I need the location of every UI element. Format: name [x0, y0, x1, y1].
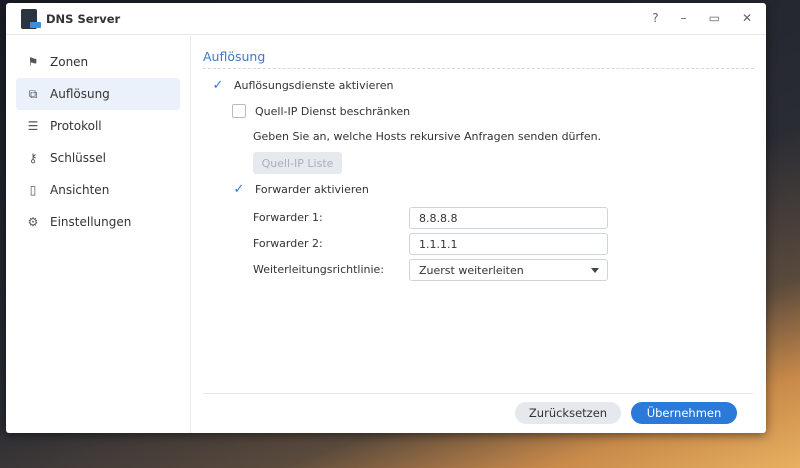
policy-value: Zuerst weiterleiten — [419, 263, 524, 277]
reset-button[interactable]: Zurücksetzen — [515, 402, 621, 424]
enable-resolution-label: Auflösungsdienste aktivieren — [234, 78, 394, 92]
sidebar-item-protokoll[interactable]: ☰ Protokoll — [16, 110, 180, 142]
resolve-icon: ⧉ — [28, 86, 38, 101]
footer: Zurücksetzen Übernehmen — [203, 393, 754, 433]
restrict-source-checkbox[interactable] — [232, 104, 246, 118]
sidebar-item-label: Auflösung — [50, 87, 110, 101]
enable-forwarder-label: Forwarder aktivieren — [255, 182, 369, 196]
sidebar: ⚑ Zonen ⧉ Auflösung ☰ Protokoll ⚷ Schlüssel … — [6, 36, 191, 433]
sidebar-item-label: Zonen — [50, 55, 89, 69]
sidebar-item-label: Protokoll — [50, 119, 102, 133]
close-icon[interactable]: ✕ — [742, 11, 752, 25]
sidebar-item-einstellungen[interactable]: ⚙ Einstellungen — [16, 206, 180, 238]
dns-server-window: DNS Server ? – ▭ ✕ ⚑ Zonen ⧉ Auflösung ☰ Pr… — [6, 3, 766, 433]
list-icon: ☰ — [27, 119, 39, 133]
restrict-source-row[interactable]: Quell-IP Dienst beschränken — [232, 104, 410, 118]
gear-icon: ⚙ — [27, 215, 39, 229]
sidebar-item-aufloesung[interactable]: ⧉ Auflösung — [16, 78, 180, 110]
enable-resolution-checkbox[interactable]: ✓ — [211, 78, 225, 93]
enable-forwarder-checkbox[interactable]: ✓ — [232, 182, 246, 197]
hint-text: Geben Sie an, welche Hosts rekursive Anf… — [253, 130, 602, 143]
forwarder1-label: Forwarder 1: — [253, 211, 323, 224]
flag-icon: ⚑ — [27, 55, 39, 69]
maximize-icon[interactable]: ▭ — [709, 11, 720, 25]
sidebar-item-schluessel[interactable]: ⚷ Schlüssel — [16, 142, 180, 174]
window-title: DNS Server — [46, 11, 121, 26]
forwarder2-input[interactable]: 1.1.1.1 — [409, 233, 608, 255]
main-panel: Auflösung ✓ Auflösungsdienste aktivieren… — [203, 36, 754, 433]
help-icon[interactable]: ? — [652, 11, 658, 25]
key-icon: ⚷ — [28, 151, 38, 165]
sidebar-item-label: Ansichten — [50, 183, 110, 197]
forwarder2-label: Forwarder 2: — [253, 237, 323, 250]
policy-label: Weiterleitungsrichtlinie: — [253, 263, 385, 276]
forwarder1-input[interactable]: 8.8.8.8 — [409, 207, 608, 229]
enable-forwarder-row[interactable]: ✓ Forwarder aktivieren — [232, 182, 369, 197]
title-bar: DNS Server ? – ▭ ✕ — [6, 3, 766, 35]
sidebar-item-ansichten[interactable]: ▯ Ansichten — [16, 174, 180, 206]
sidebar-item-label: Einstellungen — [50, 215, 132, 229]
policy-select[interactable]: Zuerst weiterleiten — [409, 259, 608, 281]
sidebar-item-label: Schlüssel — [50, 151, 106, 165]
restrict-source-label: Quell-IP Dienst beschränken — [255, 104, 411, 118]
enable-resolution-row[interactable]: ✓ Auflösungsdienste aktivieren — [211, 78, 394, 93]
minimize-icon[interactable]: – — [681, 11, 687, 25]
sidebar-item-zonen[interactable]: ⚑ Zonen — [16, 46, 180, 78]
source-ip-list-button[interactable]: Quell-IP Liste — [253, 152, 342, 174]
section-title: Auflösung — [203, 49, 754, 69]
chevron-down-icon — [591, 268, 599, 277]
book-icon: ▯ — [29, 183, 37, 197]
apply-button[interactable]: Übernehmen — [631, 402, 737, 424]
dns-app-icon — [21, 8, 41, 29]
